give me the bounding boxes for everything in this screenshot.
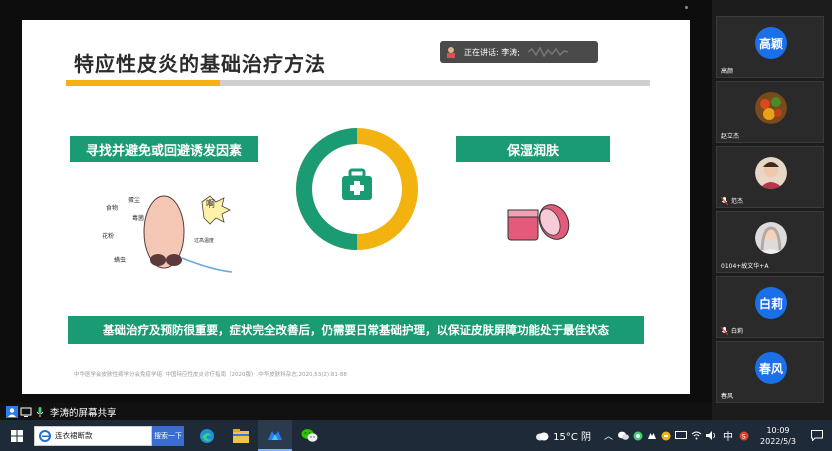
tencent-meeting-app-button[interactable] xyxy=(258,420,292,451)
participant-tile[interactable]: 赵立杰 xyxy=(716,81,824,143)
trigger-avoidance-heading: 寻找并避免或回避诱发因素 xyxy=(70,136,258,162)
meeting-tray-icon[interactable] xyxy=(647,431,657,441)
basic-care-summary: 基础治疗及预防很重要，症状完全改善后，仍需要日常基础护理，以保证皮肤屏障功能处于… xyxy=(68,316,644,344)
participant-tile[interactable]: 范杰 xyxy=(716,146,824,208)
speaker-avatar-icon xyxy=(447,47,455,58)
participant-tile[interactable]: 春风 春风 xyxy=(716,341,824,403)
participant-avatar: 白莉 xyxy=(755,287,787,319)
security-tray-icon[interactable] xyxy=(661,431,671,441)
participant-tile[interactable]: 高颖 高颜 xyxy=(716,16,824,78)
participant-name-text: 赵立杰 xyxy=(721,133,740,140)
clock-date: 2022/5/3 xyxy=(760,436,796,446)
speaking-label: 正在讲话: 李涛; xyxy=(464,47,520,57)
windows-logo-icon xyxy=(11,429,23,442)
app-tray-icon[interactable] xyxy=(633,431,643,441)
muted-mic-icon xyxy=(721,196,728,205)
chevron-up-icon[interactable]: ︿ xyxy=(604,429,613,442)
presentation-slide: 特应性皮炎的基础治疗方法 正在讲话: 李涛; 寻找并避免或回避诱发因素 保湿润肤 xyxy=(22,20,690,394)
notification-icon xyxy=(811,430,823,441)
weather-text: 15°C 阴 xyxy=(553,432,591,443)
cartoon-word-temperature: 过高温度 xyxy=(194,237,214,244)
volume-icon[interactable] xyxy=(706,431,717,440)
participant-name-text: 0104+故文华+A xyxy=(721,263,769,270)
moisturizer-jar-illustration xyxy=(507,204,570,241)
participant-avatar: 高颖 xyxy=(755,27,787,59)
wechat-app-button[interactable] xyxy=(292,420,326,451)
ie-icon xyxy=(39,429,51,442)
participant-name-text: 白莉 xyxy=(731,328,744,335)
more-dot-icon[interactable] xyxy=(685,6,688,9)
wifi-icon[interactable] xyxy=(691,431,702,440)
screen-share-icon[interactable] xyxy=(20,406,32,418)
slide-footnote: 中华医学会皮肤性病学分会免疫学组. 中国特应性皮炎诊疗指南（2020版）.中华皮… xyxy=(74,372,347,378)
participant-name: 0104+故文华+A xyxy=(721,261,768,270)
start-button[interactable] xyxy=(0,420,34,451)
speaking-indicator: 正在讲话: 李涛; xyxy=(440,41,598,63)
sogou-ime-icon[interactable]: S xyxy=(739,431,749,441)
cartoon-word-food: 食物 xyxy=(106,204,118,212)
system-tray: 15°C 阴 ︿ 中 S 10:09 2022/5/3 xyxy=(535,420,832,451)
windows-taskbar: 连衣裙断款 搜索一下 15°C 阴 ︿ 中 S 10:09 2022/5/3 xyxy=(0,420,832,451)
moisturize-heading: 保湿润肤 xyxy=(456,136,610,162)
cartoon-word-dust: 蛋尘 xyxy=(128,196,140,204)
edge-icon xyxy=(200,428,214,443)
clock-time: 10:09 xyxy=(766,425,790,435)
user-icon[interactable] xyxy=(6,405,18,418)
audio-wave-icon xyxy=(527,47,568,57)
participant-panel: 高颖 高颜 赵立杰 范杰 0104+故文华+A 白莉 白莉 春风 春风 xyxy=(712,0,832,420)
wechat-icon xyxy=(301,429,317,442)
weather-widget[interactable]: 15°C 阴 xyxy=(535,428,591,443)
file-explorer-app-button[interactable] xyxy=(224,420,258,451)
participant-name: 白莉 xyxy=(721,326,743,335)
participant-name: 范杰 xyxy=(721,196,743,205)
first-aid-ring-graphic xyxy=(296,128,418,250)
tencent-meeting-icon xyxy=(268,430,282,440)
participant-avatar-photo xyxy=(755,157,787,189)
slide-title: 特应性皮炎的基础治疗方法 xyxy=(74,52,326,76)
participant-name-text: 高颜 xyxy=(721,68,734,75)
participant-tile[interactable]: 白莉 白莉 xyxy=(716,276,824,338)
cartoon-word-ah: 啊 xyxy=(206,199,215,210)
edge-app-button[interactable] xyxy=(190,420,224,451)
svg-text:S: S xyxy=(742,433,746,440)
participant-name: 赵立杰 xyxy=(721,131,739,140)
participant-name-text: 春风 xyxy=(721,393,734,400)
participant-avatar-photo xyxy=(755,92,787,124)
screen-share-status-bar: 李涛的屏幕共享 xyxy=(0,403,712,420)
wechat-tray-icon[interactable] xyxy=(618,431,629,440)
participant-name: 春风 xyxy=(721,391,733,400)
shared-screen-area: 特应性皮炎的基础治疗方法 正在讲话: 李涛; 寻找并避免或回避诱发因素 保湿润肤 xyxy=(0,0,712,403)
participant-name-text: 范杰 xyxy=(731,198,744,205)
allergy-cartoon-illustration: 啊 食物 蛋尘 毒菌 花粉 螨虫 过高温度 xyxy=(102,195,232,273)
system-clock[interactable]: 10:09 2022/5/3 xyxy=(754,425,802,447)
notification-button[interactable] xyxy=(806,430,828,441)
participant-avatar: 春风 xyxy=(755,352,787,384)
cloud-icon xyxy=(536,432,549,440)
screen: 特应性皮炎的基础治疗方法 正在讲话: 李涛; 寻找并避免或回避诱发因素 保湿润肤 xyxy=(0,0,832,451)
ime-language-indicator[interactable]: 中 xyxy=(723,428,733,443)
muted-mic-icon xyxy=(721,326,728,335)
taskbar-search-input[interactable]: 连衣裙断款 xyxy=(34,425,152,446)
participant-avatar-photo xyxy=(755,222,787,254)
file-explorer-icon xyxy=(233,428,249,443)
participant-tile[interactable]: 0104+故文华+A xyxy=(716,211,824,273)
screen-share-label: 李涛的屏幕共享 xyxy=(50,407,117,419)
participant-name: 高颜 xyxy=(721,66,733,75)
title-underline-accent xyxy=(66,80,220,86)
display-icon[interactable] xyxy=(675,431,687,440)
cartoon-word-pollen: 花粉 xyxy=(102,232,114,240)
search-button[interactable]: 搜索一下 xyxy=(152,425,184,446)
mic-icon[interactable] xyxy=(34,406,46,418)
cartoon-word-mites: 螨虫 xyxy=(114,256,126,264)
search-query-text: 连衣裙断款 xyxy=(55,431,93,440)
cartoon-word-mold: 毒菌 xyxy=(132,214,144,222)
